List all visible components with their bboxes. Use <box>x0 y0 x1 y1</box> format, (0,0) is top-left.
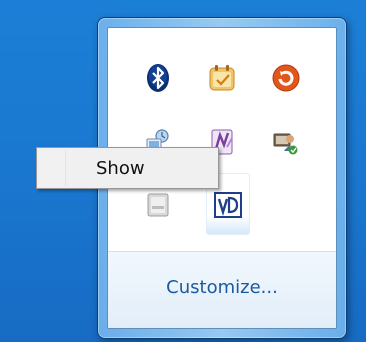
customize-bar: Customize... <box>108 251 336 328</box>
show-menu-item[interactable]: Show <box>40 151 215 185</box>
customize-link[interactable]: Customize... <box>108 277 336 298</box>
tray-icon-grid <box>108 28 336 253</box>
orange-refresh-icon[interactable] <box>270 62 302 94</box>
bluetooth-icon[interactable] <box>142 62 174 94</box>
generic-app-icon[interactable] <box>142 189 174 221</box>
context-menu: Show <box>36 147 219 189</box>
calendar-reminder-icon[interactable] <box>207 62 239 94</box>
show-menu-item-label: Show <box>96 157 145 179</box>
visio-icon[interactable] <box>212 189 244 221</box>
user-network-icon[interactable] <box>270 126 302 158</box>
